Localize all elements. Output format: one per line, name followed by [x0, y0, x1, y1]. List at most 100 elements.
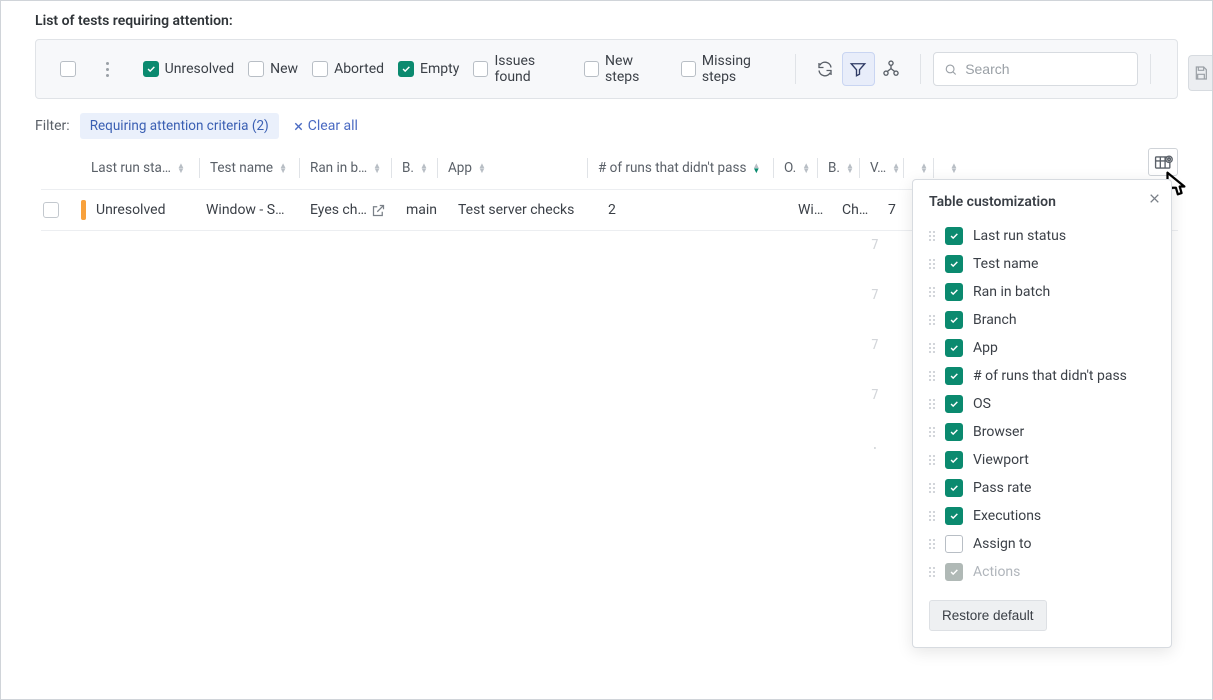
drag-handle-icon[interactable] — [929, 259, 935, 269]
checkbox-icon — [945, 339, 963, 357]
status-filter-missing-steps[interactable]: Missing steps — [681, 53, 784, 85]
drag-handle-icon[interactable] — [929, 455, 935, 465]
status-filter-new[interactable]: New — [248, 53, 298, 85]
bulk-actions-menu[interactable] — [102, 58, 113, 81]
search-field[interactable] — [963, 60, 1127, 78]
status-filter-unresolved[interactable]: Unresolved — [143, 53, 234, 85]
sort-icon: ▲▼ — [279, 163, 287, 173]
column-toggle-browser[interactable]: Browser — [913, 418, 1171, 446]
column-header[interactable]: ▲▼ — [933, 158, 963, 178]
column-name: Executions — [973, 508, 1041, 524]
drag-handle-icon[interactable] — [929, 567, 935, 577]
column-header[interactable]: B.▲▼ — [391, 158, 437, 178]
column-toggle-ran-in-batch[interactable]: Ran in batch — [913, 278, 1171, 306]
cell-browser: Ch… — [834, 202, 880, 218]
search-icon — [944, 62, 957, 77]
column-name: Test name — [973, 256, 1038, 272]
cell-os: Wi… — [790, 202, 834, 218]
column-header[interactable]: # of runs that didn't pass▲▼ — [587, 158, 773, 178]
drag-handle-icon[interactable] — [929, 427, 935, 437]
status-label: Unresolved — [165, 61, 234, 77]
filter-icon[interactable] — [842, 52, 875, 86]
drag-handle-icon[interactable] — [929, 399, 935, 409]
filter-chip[interactable]: Requiring attention criteria (2) — [80, 113, 279, 139]
filter-label: Filter: — [35, 118, 70, 134]
drag-handle-icon[interactable] — [929, 231, 935, 241]
status-filter-aborted[interactable]: Aborted — [312, 53, 384, 85]
checkbox-icon — [143, 61, 159, 77]
status-label: Empty — [420, 61, 459, 77]
column-header[interactable]: B.▲▼ — [817, 158, 859, 178]
external-link-icon — [371, 203, 386, 218]
column-toggle-assign-to[interactable]: Assign to — [913, 530, 1171, 558]
save-icon[interactable] — [1188, 55, 1212, 91]
search-input[interactable] — [933, 52, 1138, 86]
status-filter-issues-found[interactable]: Issues found — [473, 53, 570, 85]
checkbox-icon — [945, 227, 963, 245]
column-toggle-branch[interactable]: Branch — [913, 306, 1171, 334]
checkbox-icon — [473, 61, 488, 77]
status-label: Missing steps — [702, 53, 784, 85]
checkbox-icon — [945, 395, 963, 413]
obscured-column: 7777. — [871, 221, 879, 471]
checkbox-icon — [248, 61, 264, 77]
column-header[interactable]: ▲▼ — [903, 158, 933, 178]
column-toggle-app[interactable]: App — [913, 334, 1171, 362]
sort-icon: ▲▼ — [802, 163, 810, 173]
cell-app: Test server checks — [450, 202, 600, 218]
checkbox-icon — [945, 367, 963, 385]
status-filter-new-steps[interactable]: New steps — [584, 53, 667, 85]
column-header[interactable]: V…▲▼ — [859, 158, 903, 178]
column-name: Assign to — [973, 536, 1031, 552]
status-filter-empty[interactable]: Empty — [398, 53, 459, 85]
column-toggle-actions: Actions — [913, 558, 1171, 586]
drag-handle-icon[interactable] — [929, 287, 935, 297]
drag-handle-icon[interactable] — [929, 315, 935, 325]
checkbox-icon — [584, 61, 599, 77]
separator — [795, 54, 796, 84]
column-header[interactable]: Ran in b…▲▼ — [299, 158, 391, 178]
sort-icon: ▲▼ — [920, 163, 928, 173]
sort-icon: ▲▼ — [950, 163, 958, 173]
drag-handle-icon[interactable] — [929, 511, 935, 521]
close-icon[interactable] — [1148, 192, 1161, 209]
cell-batch[interactable]: Eyes ch… — [302, 202, 398, 218]
column-name: App — [973, 340, 998, 356]
column-toggle-last-run-status[interactable]: Last run status — [913, 222, 1171, 250]
column-toggle-os[interactable]: OS — [913, 390, 1171, 418]
sort-icon: ▲▼ — [752, 163, 760, 173]
table-customization-popover: Table customization Last run status Test… — [912, 179, 1172, 648]
column-header[interactable]: O.▲▼ — [773, 158, 817, 178]
drag-handle-icon[interactable] — [929, 371, 935, 381]
drag-handle-icon[interactable] — [929, 343, 935, 353]
sort-icon: ▲▼ — [892, 163, 900, 173]
column-toggle-executions[interactable]: Executions — [913, 502, 1171, 530]
cell-runs: 2 — [600, 202, 790, 218]
popover-title: Table customization — [913, 194, 1171, 222]
checkbox-icon — [945, 507, 963, 525]
sort-icon: ▲▼ — [846, 163, 854, 173]
group-icon[interactable] — [875, 52, 908, 86]
column-toggle-viewport[interactable]: Viewport — [913, 446, 1171, 474]
drag-handle-icon[interactable] — [929, 539, 935, 549]
checkbox-icon — [945, 535, 963, 553]
column-name: OS — [973, 396, 991, 412]
column-toggle--of-runs-that-didn-t-pass[interactable]: # of runs that didn't pass — [913, 362, 1171, 390]
checkbox-icon — [945, 423, 963, 441]
column-header[interactable]: App▲▼ — [437, 158, 587, 178]
clear-filters-button[interactable]: Clear all — [293, 118, 358, 134]
close-icon — [293, 121, 304, 132]
column-header[interactable]: Last run sta…▲▼ — [81, 158, 199, 178]
column-name: Last run status — [973, 228, 1066, 244]
column-toggle-pass-rate[interactable]: Pass rate — [913, 474, 1171, 502]
column-header[interactable]: Test name▲▼ — [199, 158, 299, 178]
cell-test-name: Window - S… — [198, 202, 302, 218]
restore-default-button[interactable]: Restore default — [929, 600, 1047, 631]
row-checkbox[interactable] — [43, 202, 59, 218]
column-name: Viewport — [973, 452, 1029, 468]
drag-handle-icon[interactable] — [929, 483, 935, 493]
select-all-checkbox[interactable] — [60, 61, 76, 77]
refresh-icon[interactable] — [808, 52, 841, 86]
checkbox-icon — [398, 61, 414, 77]
column-toggle-test-name[interactable]: Test name — [913, 250, 1171, 278]
